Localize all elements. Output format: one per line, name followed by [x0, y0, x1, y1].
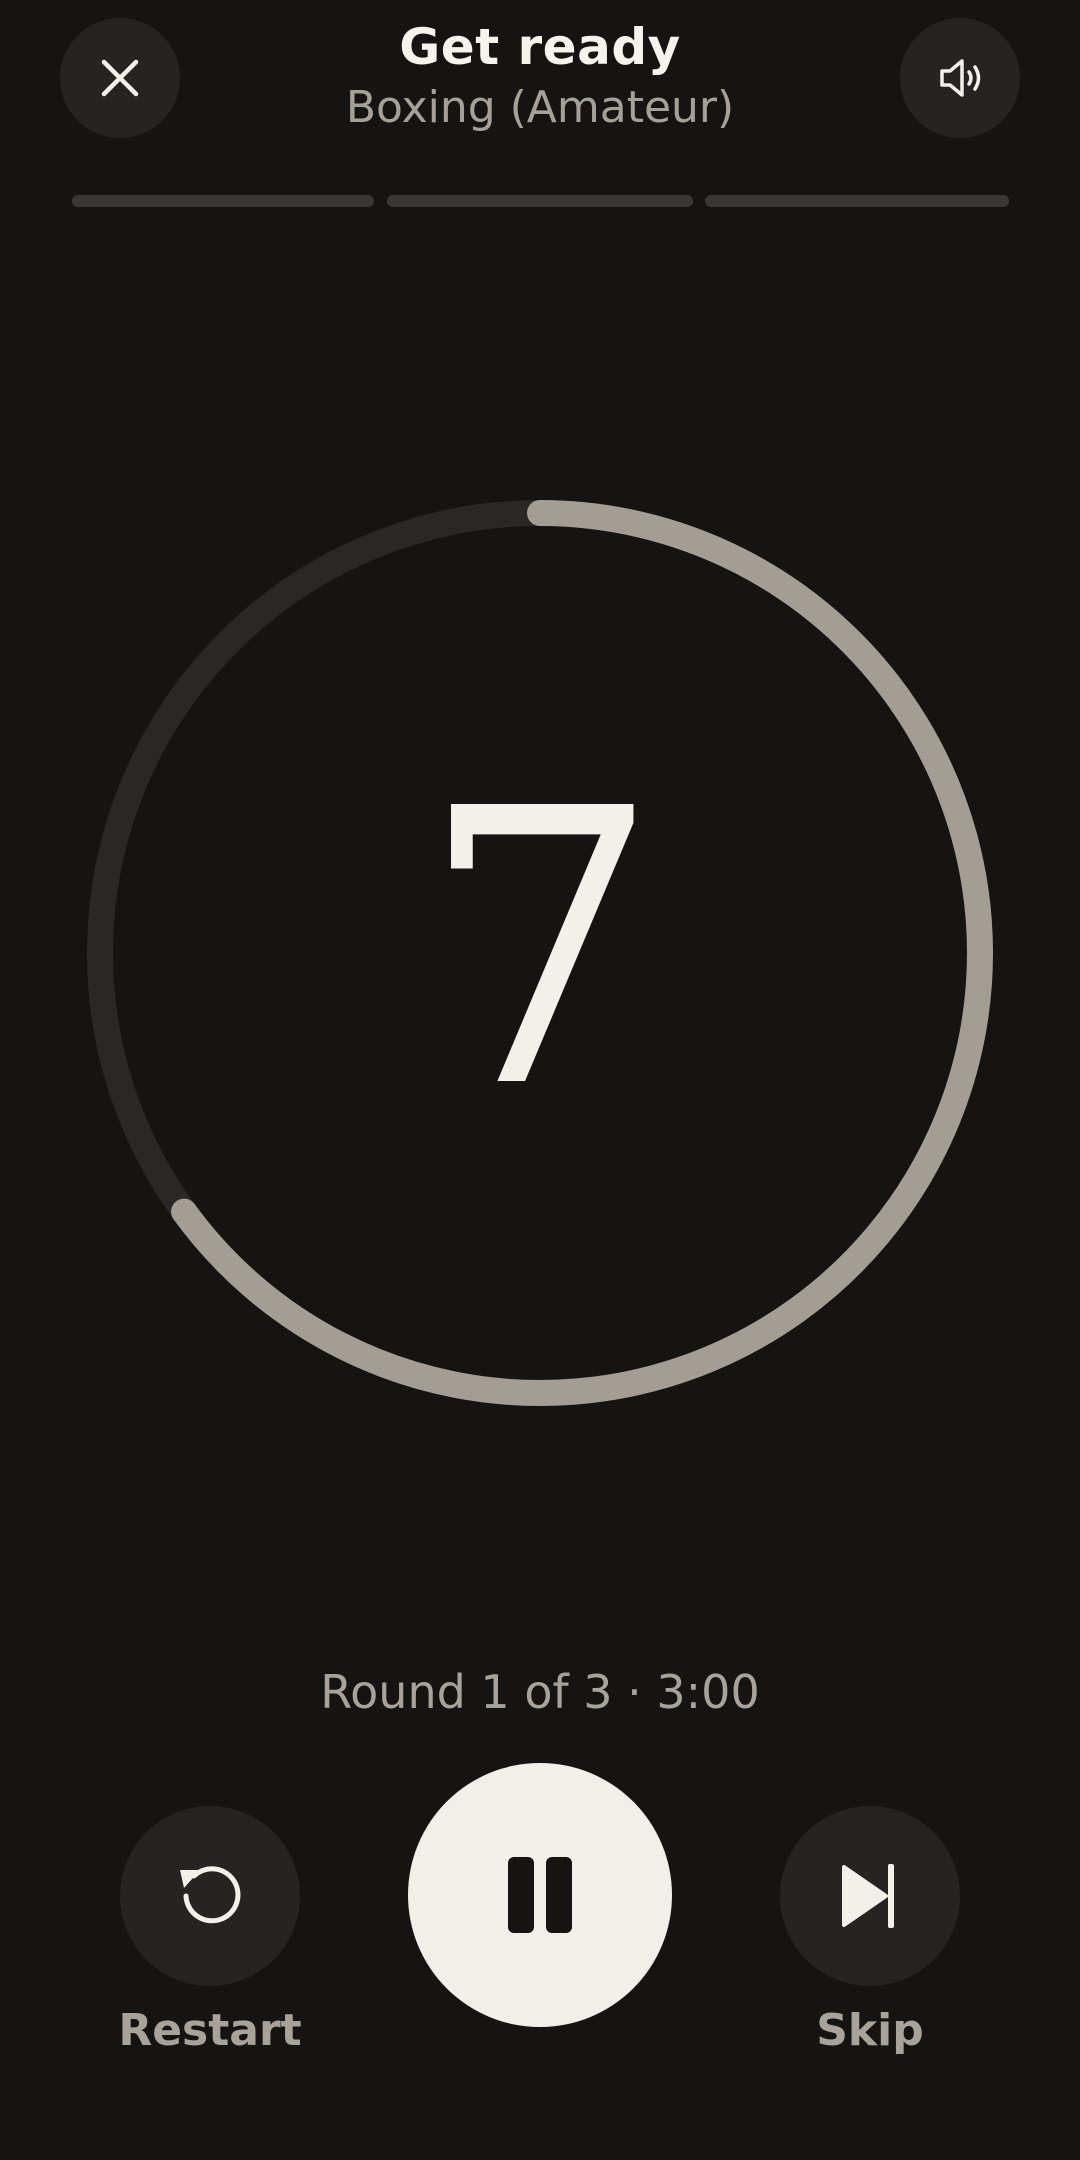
pause-icon — [508, 1857, 572, 1933]
restart-icon — [180, 1866, 241, 1924]
skip-next-icon — [842, 1864, 894, 1928]
restart-label: Restart — [118, 2005, 302, 2056]
skip-label: Skip — [816, 2005, 924, 2056]
round-info: Round 1 of 3 · 3:00 — [320, 1665, 760, 1719]
countdown-number: 7 — [419, 728, 661, 1171]
skip-button[interactable] — [780, 1806, 960, 1986]
restart-button[interactable] — [120, 1806, 300, 1986]
pause-button[interactable] — [408, 1763, 672, 2027]
